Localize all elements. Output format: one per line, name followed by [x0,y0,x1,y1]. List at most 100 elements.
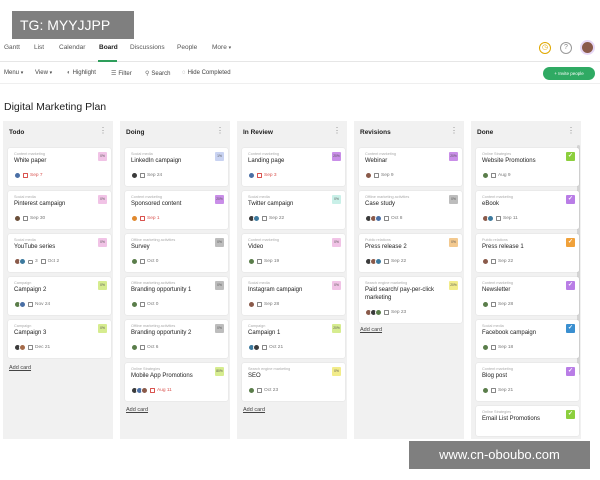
card[interactable]: Offline marketing activities Case study … [359,191,462,229]
progress-tag[interactable]: 20% [332,152,341,161]
add-card-link[interactable]: Add card [9,365,31,371]
card[interactable]: Content marketing Landing page 20% Sep 3 [242,148,345,186]
due-date: Sep 28 [264,302,280,307]
progress-tag[interactable]: 0% [332,238,341,247]
calendar-icon [384,310,389,315]
card[interactable]: Content marketing Sponsored content 20% … [125,191,228,229]
card[interactable]: Online Strategies Website Promotions ✓ A… [476,148,579,186]
tab-people[interactable]: People [177,44,197,51]
calendar-icon [23,173,28,178]
progress-tag[interactable]: 20% [449,281,458,290]
more-vertical-icon[interactable]: ⋮ [216,127,224,135]
check-icon[interactable]: ✓ [566,367,575,376]
card[interactable]: Campaign Campaign 3 0% Dec 21 [8,320,111,358]
highlight-icon: ◐ [67,70,71,76]
card[interactable]: Offline marketing activities Branding op… [125,277,228,315]
card[interactable]: Content marketing Blog post ✓ Sep 21 [476,363,579,401]
highlight-button[interactable]: ◐ Highlight [67,70,96,76]
menu-dropdown[interactable]: Menu ▾ [4,70,23,76]
check-icon[interactable]: ✓ [566,195,575,204]
card[interactable]: Social media LinkedIn campaign 1% Sep 24 [125,148,228,186]
progress-tag[interactable]: 20% [332,324,341,333]
calendar-icon [262,345,267,350]
tab-calendar[interactable]: Calendar [59,44,85,51]
board-toolbar: Menu ▾ View ▾ ◐ Highlight ☰ Filter ⚲ Search… [0,64,600,84]
more-vertical-icon[interactable]: ⋮ [567,127,575,135]
card-title: Instagram campaign [248,287,303,293]
card[interactable]: Social media Facebook campaign ✓ Sep 18 [476,320,579,358]
progress-tag[interactable]: 0% [332,195,341,204]
card[interactable]: Online Strategies Mobile App Promotions … [125,363,228,401]
add-card-link[interactable]: Add card [126,407,148,413]
card-category: Public relations [365,238,391,242]
tab-more[interactable]: More ▾ [212,44,231,51]
column-revisions: Revisions ⋮ Content marketing Webinar 20… [354,121,464,439]
help-icon[interactable]: ? [560,42,572,54]
user-avatar[interactable] [580,40,595,55]
more-vertical-icon[interactable]: ⋮ [333,127,341,135]
check-icon[interactable]: ✓ [566,281,575,290]
progress-tag[interactable]: 1% [215,152,224,161]
progress-tag[interactable]: 80% [215,367,224,376]
progress-tag[interactable]: 0% [332,281,341,290]
card[interactable]: Campaign Campaign 1 20% Oct 21 [242,320,345,358]
card[interactable]: Offline marketing activities Branding op… [125,320,228,358]
card[interactable]: Content marketing eBook ✓ Sep 11 [476,191,579,229]
card[interactable]: Search engine marketing SEO 0% Oct 23 [242,363,345,401]
card[interactable]: Campaign Campaign 2 0% Nov 24 [8,277,111,315]
card-category: Campaign [248,324,266,328]
check-icon[interactable]: ✓ [566,152,575,161]
progress-tag[interactable]: 0% [98,152,107,161]
tab-board[interactable]: Board [99,44,118,51]
card[interactable]: Content marketing Webinar 20% Sep 9 [359,148,462,186]
progress-tag[interactable]: 0% [449,195,458,204]
invite-people-button[interactable]: + Invite people [543,67,595,80]
card[interactable]: Online Strategies Email List Promotions … [476,406,579,436]
card[interactable]: Social media YouTube series 0% 3 Oct 2 [8,234,111,272]
check-icon[interactable]: ✓ [566,410,575,419]
view-dropdown[interactable]: View ▾ [35,70,52,76]
card-category: Content marketing [482,367,514,371]
card[interactable]: Content marketing Video 0% Sep 19 [242,234,345,272]
progress-tag[interactable]: 0% [98,195,107,204]
card[interactable]: Social media Instagram campaign 0% Sep 2… [242,277,345,315]
card[interactable]: Search engine marketing Paid search/ pay… [359,277,462,323]
card-category: Offline marketing activities [365,195,410,199]
progress-tag[interactable]: 0% [332,367,341,376]
progress-tag[interactable]: 0% [449,238,458,247]
more-vertical-icon[interactable]: ⋮ [450,127,458,135]
card[interactable]: Offline marketing activities Survey 0% O… [125,234,228,272]
card[interactable]: Social media Pinterest campaign 0% Sep 3… [8,191,111,229]
clock-icon[interactable]: ◷ [539,42,551,54]
card[interactable]: Content marketing White paper 0% Sep 7 [8,148,111,186]
tab-gantt[interactable]: Gantt [4,44,20,51]
tab-list[interactable]: List [34,44,44,51]
progress-tag[interactable]: 0% [215,238,224,247]
check-icon[interactable]: ✓ [566,324,575,333]
progress-tag[interactable]: 0% [98,324,107,333]
card[interactable]: Public relations Press release 1 ✓ Sep 2… [476,234,579,272]
filter-button[interactable]: ☰ Filter [111,70,132,77]
progress-tag[interactable]: 0% [215,281,224,290]
progress-tag[interactable]: 20% [215,195,224,204]
card[interactable]: Content marketing Newsletter ✓ Sep 28 [476,277,579,315]
add-card-link[interactable]: Add card [243,407,265,413]
card[interactable]: Social media Twitter campaign 0% Sep 22 [242,191,345,229]
more-vertical-icon[interactable]: ⋮ [99,127,107,135]
calendar-icon [140,302,145,307]
progress-tag[interactable]: 0% [98,281,107,290]
progress-tag[interactable]: 0% [215,324,224,333]
column-title: In Review [243,129,273,136]
progress-tag[interactable]: 0% [98,238,107,247]
card-meta: Sep 11 [482,215,518,222]
hide-completed-toggle[interactable]: ◌ Hide Completed [182,70,231,76]
check-icon[interactable]: ✓ [566,238,575,247]
search-button[interactable]: ⚲ Search [145,70,170,77]
card-meta: Sep 22 [482,258,513,265]
tab-discussions[interactable]: Discussions [130,44,165,51]
add-card-link[interactable]: Add card [360,327,382,333]
progress-tag[interactable]: 20% [449,152,458,161]
card-category: Content marketing [482,281,514,285]
card[interactable]: Public relations Press release 2 0% Sep … [359,234,462,272]
column-done: Done ⋮ Online Strategies Website Promoti… [471,121,581,439]
